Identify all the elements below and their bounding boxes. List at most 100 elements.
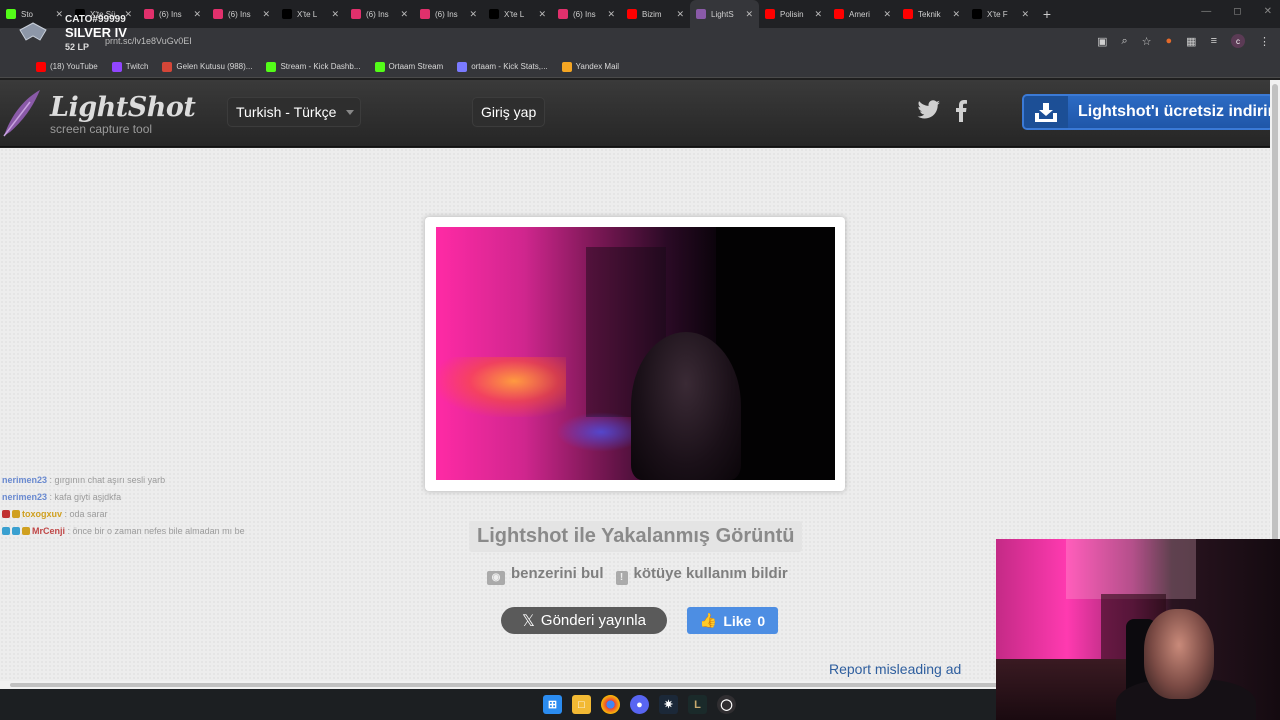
browser-tab[interactable]: Ameri ✕	[828, 0, 897, 28]
tab-close-icon[interactable]: ✕	[262, 9, 270, 20]
warning-icon: !	[615, 571, 628, 585]
profile-avatar[interactable]: c	[1231, 34, 1245, 48]
bookmark-item[interactable]: Yandex Mail	[561, 61, 619, 72]
chrome-icon[interactable]	[601, 695, 620, 714]
find-similar-link[interactable]: ◉ benzerini bul	[487, 565, 604, 585]
steam-icon[interactable]: ✷	[659, 695, 678, 714]
gmail-icon	[162, 61, 173, 72]
browser-tab[interactable]: Bizim ✕	[621, 0, 690, 28]
youtube-icon	[36, 61, 46, 72]
rank-emblem-icon	[19, 22, 47, 41]
chat-message: MrCenji : önce bir o zaman nefes bile al…	[2, 523, 302, 540]
minimize-icon[interactable]: —	[1201, 6, 1211, 17]
tab-close-icon[interactable]: ✕	[193, 9, 201, 20]
league-of-legends-icon[interactable]: L	[688, 695, 707, 714]
camera-icon: ◉	[487, 571, 505, 585]
menu-icon[interactable]: ⋮	[1259, 35, 1270, 48]
youtube-icon	[627, 9, 637, 19]
browser-tab[interactable]: (6) Ins ✕	[345, 0, 414, 28]
facebook-icon[interactable]	[955, 100, 967, 122]
bookmark-item[interactable]: Gelen Kutusu (988)...	[162, 61, 252, 72]
download-label: Lightshot'ı ücretsiz indirin	[1078, 103, 1274, 120]
taskbar-icons: ⊞ □ ● ✷ L ◯	[543, 695, 736, 714]
chat-badge-icon	[2, 510, 10, 518]
lightshot-icon	[696, 9, 706, 19]
mail-icon	[561, 61, 572, 72]
tab-close-icon[interactable]: ✕	[1021, 9, 1029, 20]
chat-username: nerimen23	[2, 475, 48, 485]
facebook-like-button[interactable]: 👍 Like 0	[687, 607, 778, 634]
bookmark-label: (18) YouTube	[50, 62, 98, 71]
file-explorer-icon[interactable]: □	[572, 695, 591, 714]
x-icon	[972, 9, 982, 19]
browser-tab[interactable]: (6) Ins ✕	[207, 0, 276, 28]
webcam-overlay	[996, 539, 1280, 720]
browser-tab[interactable]: X'te L ✕	[276, 0, 345, 28]
browser-tab[interactable]: Polisin ✕	[759, 0, 828, 28]
bookmark-star-icon[interactable]: ☆	[1142, 35, 1152, 48]
tab-close-icon[interactable]: ✕	[745, 9, 753, 20]
lightshot-logo[interactable]: LightShot screen capture tool	[0, 86, 196, 142]
extension-fox-icon[interactable]: ●	[1166, 35, 1173, 47]
twitter-icon[interactable]	[917, 100, 941, 120]
reading-list-icon[interactable]: ≡	[1211, 35, 1217, 47]
tab-close-icon[interactable]: ✕	[676, 9, 684, 20]
bookmark-item[interactable]: (18) YouTube	[36, 61, 98, 72]
browser-tab[interactable]: (6) Ins ✕	[552, 0, 621, 28]
screenshot-image[interactable]	[436, 227, 835, 480]
browser-tab[interactable]: X'te F ✕	[966, 0, 1035, 28]
tab-close-icon[interactable]: ✕	[331, 9, 339, 20]
browser-tab[interactable]: Teknik ✕	[897, 0, 966, 28]
close-window-icon[interactable]: ✕	[1264, 6, 1272, 17]
vertical-scroll-thumb[interactable]	[1272, 84, 1278, 604]
download-button[interactable]: Lightshot'ı ücretsiz indirin	[1022, 94, 1274, 130]
browser-tab[interactable]: (6) Ins ✕	[414, 0, 483, 28]
kick-icon	[374, 61, 385, 72]
tab-title: (6) Ins	[228, 9, 251, 19]
chat-message: nerimen23 : gırgının chat aşırı sesli ya…	[2, 472, 302, 489]
thumbs-up-icon: 👍	[699, 612, 718, 628]
tab-title: X'te L	[297, 9, 318, 19]
post-to-x-button[interactable]: 𝕏 Gönderi yayınla	[501, 607, 667, 634]
browser-tab[interactable]: LightS ✕	[690, 0, 759, 28]
language-selector[interactable]: Turkish - Türkçe	[227, 97, 362, 127]
new-tab-button[interactable]: +	[1035, 6, 1059, 22]
extensions-icon[interactable]: ▦	[1186, 35, 1196, 48]
zoom-icon[interactable]: ⌕	[1121, 35, 1127, 48]
tab-title: LightS	[711, 9, 734, 19]
report-abuse-link[interactable]: ! kötüye kullanım bildir	[615, 565, 788, 585]
tab-close-icon[interactable]: ✕	[400, 9, 408, 20]
bookmark-item[interactable]: Twitch	[111, 61, 148, 72]
tab-close-icon[interactable]: ✕	[952, 9, 960, 20]
stats-icon	[457, 61, 468, 72]
bookmark-item[interactable]: Stream - Kick Dashb...	[266, 61, 361, 72]
tab-close-icon[interactable]: ✕	[469, 9, 477, 20]
instagram-icon	[558, 9, 568, 19]
login-button[interactable]: Giriş yap	[472, 97, 546, 127]
instagram-icon	[420, 9, 430, 19]
horizontal-scroll-thumb[interactable]	[10, 683, 1010, 687]
feather-icon	[3, 90, 40, 137]
discord-icon[interactable]: ●	[630, 695, 649, 714]
tab-close-icon[interactable]: ✕	[607, 9, 615, 20]
tab-title: (6) Ins	[573, 9, 596, 19]
browser-tab[interactable]: X'te L ✕	[483, 0, 552, 28]
tab-close-icon[interactable]: ✕	[814, 9, 822, 20]
bookmark-item[interactable]: Ortaam Stream	[374, 61, 443, 72]
obs-icon[interactable]: ◯	[717, 695, 736, 714]
bookmark-item[interactable]: ortaam - Kick Stats,...	[457, 61, 548, 72]
download-icon	[1024, 96, 1068, 128]
install-app-icon[interactable]: ▣	[1097, 35, 1107, 48]
chat-text: : kafa giyti aşjdkfa	[49, 492, 122, 502]
chat-text: : önce bir o zaman nefes bile almadan mı…	[67, 526, 245, 536]
bookmark-label: Stream - Kick Dashb...	[280, 62, 361, 71]
maximize-icon[interactable]: ◻	[1233, 6, 1241, 17]
tab-close-icon[interactable]: ✕	[538, 9, 546, 20]
report-misleading-ad-link[interactable]: Report misleading ad	[829, 661, 961, 677]
youtube-icon	[903, 9, 913, 19]
language-label: Turkish - Türkçe	[236, 104, 337, 120]
windows-start-icon[interactable]: ⊞	[543, 695, 562, 714]
chat-message: toxogxuv : oda sarar	[2, 506, 302, 523]
tab-close-icon[interactable]: ✕	[883, 9, 891, 20]
post-button-label: Gönderi yayınla	[540, 612, 646, 629]
